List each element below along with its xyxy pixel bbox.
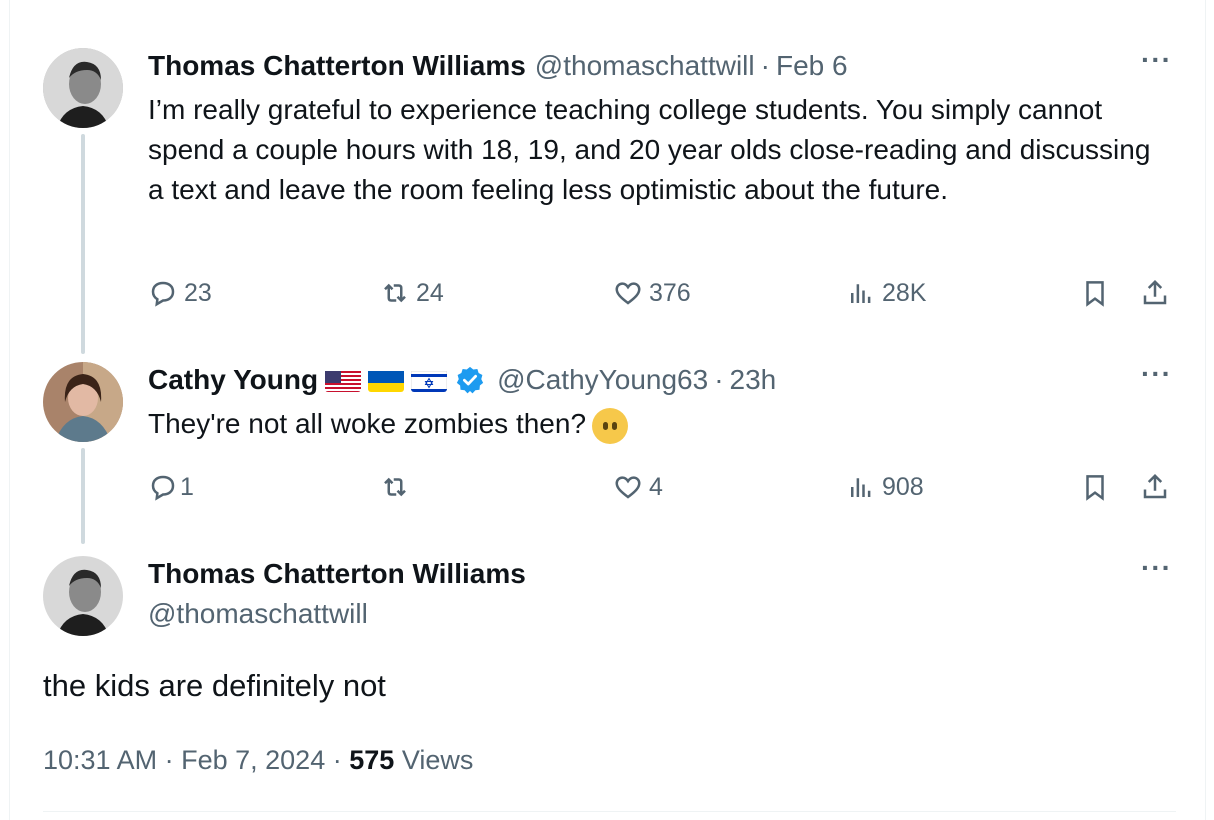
reply-button[interactable]: 1 [148, 472, 194, 502]
author-name[interactable]: Thomas Chatterton Williams [148, 48, 526, 84]
more-icon[interactable]: ··· [1141, 358, 1172, 390]
share-icon [1143, 473, 1167, 499]
repost-icon [384, 477, 406, 497]
tweet-header: Thomas Chatterton Williams @thomaschattw… [148, 48, 848, 84]
tweet-actions: 23 24 376 28K [0, 278, 1214, 314]
main-tweet-text: the kids are definitely not [43, 668, 386, 703]
tweet-header: Thomas Chatterton Williams [148, 556, 526, 592]
israel-flag-icon [411, 368, 448, 392]
tweet-text-body: They're not all woke zombies then? [148, 408, 587, 439]
tweet-header: Cathy Young @CathyYoung63 · 23h [148, 362, 776, 398]
share-button[interactable] [1140, 278, 1170, 308]
like-count: 376 [649, 278, 691, 307]
avatar-photo [43, 362, 123, 442]
ukraine-flag-icon [368, 368, 405, 392]
post-time[interactable]: 10:31 AM [43, 745, 157, 775]
views-count: 28K [882, 278, 927, 307]
separator: · [332, 745, 342, 775]
bookmark-button[interactable] [1080, 278, 1110, 308]
us-flag-icon [325, 368, 362, 392]
like-count: 4 [649, 472, 663, 501]
repost-button[interactable]: 24 [380, 278, 444, 308]
avatar[interactable] [43, 48, 123, 128]
frame-border-left [9, 0, 10, 820]
more-icon[interactable]: ··· [1141, 44, 1172, 76]
views-button[interactable]: 908 [846, 472, 924, 502]
views-icon [851, 284, 871, 303]
tweet-text: They're not all woke zombies then? [148, 404, 1168, 444]
like-icon [615, 476, 641, 499]
reply-icon [151, 475, 175, 501]
views-label: Views [401, 745, 474, 775]
tweet-meta: 10:31 AM · Feb 7, 2024 · 575 Views [43, 745, 473, 776]
reply-icon [151, 281, 175, 307]
more-icon[interactable]: ··· [1141, 552, 1172, 584]
reply-count: 23 [184, 278, 212, 307]
avatar-photo [43, 48, 123, 128]
like-button[interactable]: 376 [613, 278, 691, 308]
thread-connector [81, 134, 85, 354]
share-icon [1143, 279, 1167, 305]
divider [43, 811, 1176, 812]
author-name[interactable]: Cathy Young [148, 362, 318, 398]
bookmark-icon [1086, 475, 1104, 501]
tweet-actions: 1 4 908 [0, 472, 1214, 508]
post-date[interactable]: Feb 7, 2024 [181, 745, 325, 775]
bookmark-icon [1086, 281, 1104, 307]
separator: · [714, 364, 724, 395]
reply-button[interactable]: 23 [148, 278, 212, 308]
repost-count: 24 [416, 278, 444, 307]
views-count: 575 [349, 745, 395, 775]
tweet-text: I’m really grateful to experience teachi… [148, 94, 1151, 205]
avatar[interactable] [43, 362, 123, 442]
tweet-subheader: @thomaschattwill [148, 596, 368, 632]
avatar-photo [43, 556, 123, 636]
like-icon [615, 282, 641, 305]
bookmark-button[interactable] [1080, 472, 1110, 502]
views-count: 908 [882, 472, 924, 501]
views-icon [851, 478, 871, 497]
reply-count: 1 [180, 472, 194, 501]
author-handle[interactable]: @CathyYoung63 [497, 362, 708, 398]
author-handle[interactable]: @thomaschattwill [535, 48, 755, 84]
repost-button[interactable] [380, 472, 416, 502]
separator: · [760, 50, 770, 81]
author-handle[interactable]: @thomaschattwill [148, 596, 368, 632]
views-button[interactable]: 28K [846, 278, 926, 308]
frame-border-right [1205, 0, 1206, 820]
author-name[interactable]: Thomas Chatterton Williams [148, 556, 526, 592]
verified-badge-icon[interactable] [455, 365, 485, 395]
share-button[interactable] [1140, 472, 1170, 502]
repost-icon [384, 283, 406, 303]
separator: · [164, 745, 174, 775]
like-button[interactable]: 4 [613, 472, 663, 502]
avatar[interactable] [43, 556, 123, 636]
timestamp[interactable]: Feb 6 [776, 48, 848, 84]
timestamp[interactable]: 23h [730, 362, 777, 398]
face-without-mouth-emoji-icon [592, 407, 629, 444]
